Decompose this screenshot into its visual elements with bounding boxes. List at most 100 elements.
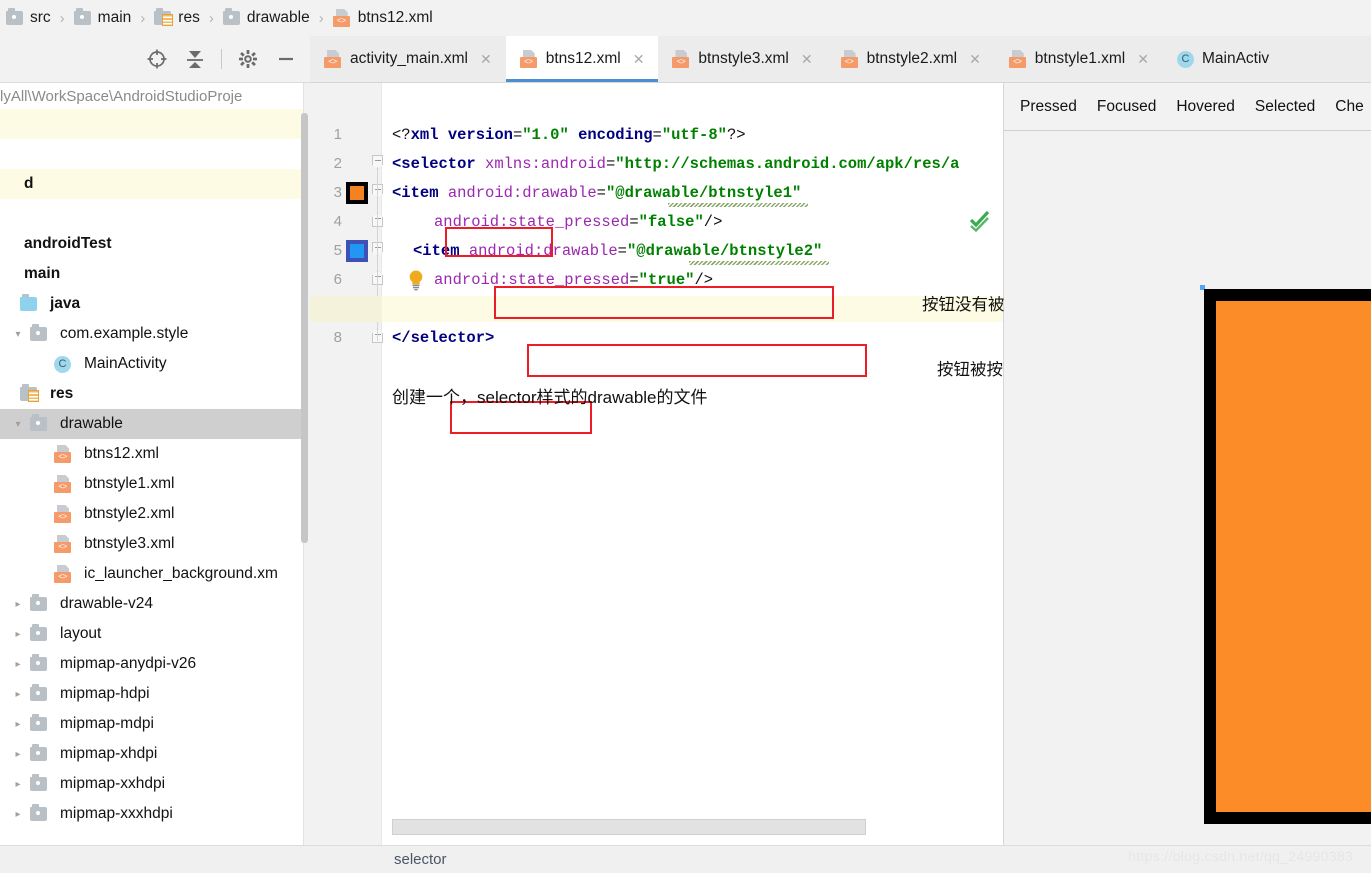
folder-icon bbox=[222, 8, 240, 25]
tree-item-drawable-v24[interactable]: drawable-v24 bbox=[0, 589, 310, 619]
xml-file-icon: <> bbox=[1008, 50, 1027, 68]
tree-item-mipmap-xxhdpi[interactable]: mipmap-xxhdpi bbox=[0, 769, 310, 799]
chevron-closed-icon[interactable] bbox=[10, 779, 26, 790]
editor-tab-MainActiv[interactable]: C MainActiv bbox=[1163, 36, 1283, 82]
tree-item-label: ic_launcher_background.xm bbox=[84, 565, 278, 582]
project-tree-scrollbar[interactable] bbox=[301, 113, 308, 543]
tree-item-blank[interactable] bbox=[0, 139, 310, 169]
close-icon[interactable]: ✕ bbox=[480, 51, 492, 68]
tree-item-icon: <> bbox=[54, 565, 76, 583]
editor-tab-btnstyle3-xml[interactable]: <> btnstyle3.xml ✕ bbox=[658, 36, 826, 82]
tree-item-drawable[interactable]: drawable bbox=[0, 409, 310, 439]
tree-item-mipmap-xxxhdpi[interactable]: mipmap-xxxhdpi bbox=[0, 799, 310, 829]
chevron-open-icon[interactable] bbox=[10, 419, 26, 430]
close-icon[interactable]: ✕ bbox=[1137, 51, 1149, 68]
close-icon[interactable]: ✕ bbox=[633, 51, 645, 68]
intention-bulb-icon[interactable] bbox=[406, 269, 426, 291]
xml-file-icon: <> bbox=[519, 50, 538, 68]
tree-item-btnstyle1-xml[interactable]: <> btnstyle1.xml bbox=[0, 469, 310, 499]
chevron-closed-icon[interactable] bbox=[10, 749, 26, 760]
preview-state-che[interactable]: Che bbox=[1335, 98, 1363, 116]
locate-target-icon[interactable] bbox=[145, 47, 169, 71]
breadcrumb-item-src[interactable]: src bbox=[4, 8, 53, 27]
tree-item-androidTest[interactable]: androidTest bbox=[0, 229, 310, 259]
xml-file-icon: <> bbox=[54, 475, 72, 493]
tree-item-label: res bbox=[50, 385, 74, 402]
breadcrumb-item-res[interactable]: res bbox=[152, 8, 202, 27]
breadcrumb-separator: › bbox=[208, 9, 214, 27]
editor-tab-btnstyle2-xml[interactable]: <> btnstyle2.xml ✕ bbox=[827, 36, 995, 82]
code-token-punct: = bbox=[617, 242, 627, 260]
code-token-val: "@drawable/btnstyle2" bbox=[626, 242, 823, 260]
project-tree[interactable]: lyAll\WorkSpace\AndroidStudioProje d andr… bbox=[0, 83, 310, 873]
xml-file-icon: <> bbox=[332, 9, 351, 27]
line-number: 6 bbox=[333, 271, 342, 288]
xml-structure-breadcrumb[interactable]: selector bbox=[394, 851, 447, 868]
tree-item-java[interactable]: java bbox=[0, 289, 310, 319]
chevron-closed-icon[interactable] bbox=[10, 689, 26, 700]
description-text: 创建一个，selector样式的drawable的文件 bbox=[392, 388, 708, 407]
color-swatch-icon[interactable] bbox=[346, 240, 368, 262]
tree-item-mipmap-anydpi-v26[interactable]: mipmap-anydpi-v26 bbox=[0, 649, 310, 679]
code-token-punct: = bbox=[596, 184, 606, 202]
breadcrumb-item-label: main bbox=[97, 9, 132, 26]
chevron-closed-icon[interactable] bbox=[10, 719, 26, 730]
tree-item-d[interactable]: d bbox=[0, 169, 310, 199]
chevron-closed-icon[interactable] bbox=[10, 659, 26, 670]
settings-gear-icon[interactable] bbox=[236, 47, 260, 71]
tree-item-label: mipmap-xhdpi bbox=[60, 745, 158, 762]
folder-icon bbox=[30, 684, 47, 701]
tree-item-mipmap-xhdpi[interactable]: mipmap-xhdpi bbox=[0, 739, 310, 769]
folder-icon bbox=[30, 744, 47, 761]
editor-tab-btns12-xml[interactable]: <> btns12.xml ✕ bbox=[505, 36, 659, 82]
java-folder-icon bbox=[20, 294, 37, 311]
folder-icon bbox=[6, 8, 23, 25]
tree-item-res[interactable]: res bbox=[0, 379, 310, 409]
tree-item-label: btnstyle1.xml bbox=[84, 475, 175, 492]
close-icon[interactable]: ✕ bbox=[969, 51, 981, 68]
class-icon: C bbox=[1176, 50, 1194, 68]
close-icon[interactable]: ✕ bbox=[801, 51, 813, 68]
breadcrumb-item-drawable[interactable]: drawable bbox=[221, 8, 312, 27]
editor-tab-btnstyle1-xml[interactable]: <> btnstyle1.xml ✕ bbox=[995, 36, 1163, 82]
chevron-closed-icon[interactable] bbox=[10, 629, 26, 640]
preview-state-toolbar[interactable]: Pressed Focused Hovered Selected Che bbox=[1004, 83, 1371, 131]
editor-gutter[interactable]: 12345678 bbox=[310, 83, 383, 845]
tree-item-blank[interactable] bbox=[0, 199, 310, 229]
editor-tab-bar[interactable]: <> activity_main.xml ✕ <> btns12.xml ✕ <> btnst… bbox=[310, 36, 1371, 83]
tree-item-mipmap-hdpi[interactable]: mipmap-hdpi bbox=[0, 679, 310, 709]
chevron-closed-icon[interactable] bbox=[10, 809, 26, 820]
minimize-icon[interactable] bbox=[274, 47, 298, 71]
collapse-all-icon[interactable] bbox=[183, 47, 207, 71]
code-token-punct: ?> bbox=[726, 126, 746, 144]
tree-item-com-example-style[interactable]: com.example.style bbox=[0, 319, 310, 349]
tree-item-btnstyle3-xml[interactable]: <> btnstyle3.xml bbox=[0, 529, 310, 559]
tree-item-ic_launcher_background-xm[interactable]: <> ic_launcher_background.xm bbox=[0, 559, 310, 589]
color-swatch-icon[interactable] bbox=[346, 182, 368, 204]
tree-item-layout[interactable]: layout bbox=[0, 619, 310, 649]
breadcrumb-item-main[interactable]: main bbox=[72, 8, 134, 27]
chevron-closed-icon[interactable] bbox=[10, 599, 26, 610]
code-editor[interactable]: 12345678 <?xml version="1.0" encoding="u… bbox=[310, 83, 1054, 845]
code-token-tag: encoding bbox=[578, 126, 653, 144]
tree-item-btns12-xml[interactable]: <> btns12.xml bbox=[0, 439, 310, 469]
chevron-open-icon[interactable] bbox=[10, 329, 26, 340]
preview-state-pressed[interactable]: Pressed bbox=[1020, 98, 1077, 116]
tree-item-blank[interactable] bbox=[0, 109, 310, 139]
tree-item-MainActivity[interactable]: C MainActivity bbox=[0, 349, 310, 379]
preview-state-focused[interactable]: Focused bbox=[1097, 98, 1156, 116]
project-panel-toolbar bbox=[0, 36, 310, 83]
editor-horizontal-scrollbar[interactable] bbox=[392, 819, 866, 835]
code-token-punct: = bbox=[512, 126, 523, 144]
preview-state-hovered[interactable]: Hovered bbox=[1176, 98, 1235, 116]
editor-tab-activity_main-xml[interactable]: <> activity_main.xml ✕ bbox=[310, 36, 506, 82]
code-content[interactable]: <?xml version="1.0" encoding="utf-8"?> <s… bbox=[382, 83, 1003, 845]
breadcrumb-item-btns12-xml[interactable]: <> btns12.xml bbox=[331, 9, 435, 27]
line-number: 4 bbox=[333, 213, 342, 230]
tree-item-mipmap-mdpi[interactable]: mipmap-mdpi bbox=[0, 709, 310, 739]
drawable-preview-panel[interactable]: Pressed Focused Hovered Selected Che bbox=[1004, 83, 1371, 845]
preview-state-selected[interactable]: Selected bbox=[1255, 98, 1315, 116]
tree-item-main[interactable]: main bbox=[0, 259, 310, 289]
tree-item-btnstyle2-xml[interactable]: <> btnstyle2.xml bbox=[0, 499, 310, 529]
inspection-status-icon[interactable] bbox=[967, 207, 993, 233]
